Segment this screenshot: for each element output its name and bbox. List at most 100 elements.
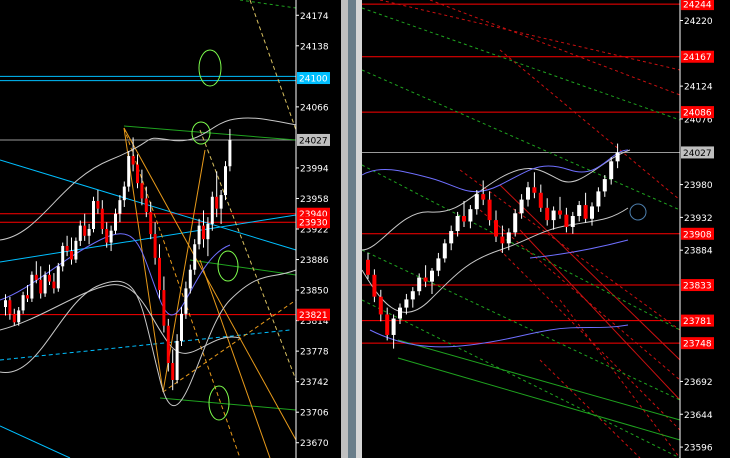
y-tick-label: 24138 xyxy=(300,42,329,52)
pane-border xyxy=(356,0,362,458)
price-label-text: 24027 xyxy=(299,136,328,146)
y-tick-label: 24174 xyxy=(300,12,329,22)
bear-candle xyxy=(12,313,16,323)
bear-candle xyxy=(96,201,100,209)
bear-candle xyxy=(494,220,498,237)
bull-candle xyxy=(410,291,415,300)
right-chart-pane[interactable]: 2422024124240762398023932238842369223644… xyxy=(361,0,730,458)
bull-candle xyxy=(519,199,524,214)
bear-candle xyxy=(366,259,370,275)
bear-candle xyxy=(26,295,29,299)
bull-candle xyxy=(127,156,131,187)
bull-candle xyxy=(87,229,91,236)
price-label-text: 23781 xyxy=(683,317,712,327)
left-plot-background xyxy=(0,0,296,458)
bull-candle xyxy=(609,161,614,180)
bull-candle xyxy=(391,318,396,335)
bear-candle xyxy=(564,214,569,227)
bear-candle xyxy=(558,210,562,215)
bear-candle xyxy=(487,199,492,221)
price-label-text: 24167 xyxy=(683,53,712,63)
pane-splitter[interactable] xyxy=(341,0,348,458)
y-tick-label: 23932 xyxy=(684,214,713,224)
bear-candle xyxy=(140,183,144,199)
bull-candle xyxy=(577,205,582,217)
bull-candle xyxy=(219,195,223,209)
bear-candle xyxy=(215,196,219,209)
chart-window: 2417424138240662399423958239222388623850… xyxy=(0,0,730,458)
bull-candle xyxy=(78,225,82,241)
bull-candle xyxy=(180,313,183,341)
bull-candle xyxy=(197,225,201,245)
bull-candle xyxy=(43,274,47,294)
bear-candle xyxy=(48,274,51,282)
bull-candle xyxy=(430,270,434,282)
bear-candle xyxy=(378,296,383,315)
y-tick-label: 23778 xyxy=(300,348,329,358)
bull-candle xyxy=(74,240,78,260)
price-label-text: 23930 xyxy=(299,219,328,229)
bull-candle xyxy=(417,277,422,292)
bull-candle xyxy=(449,231,454,244)
bear-candle xyxy=(423,277,428,282)
bull-candle xyxy=(118,200,122,214)
price-label-text: 24086 xyxy=(683,109,712,119)
bear-candle xyxy=(153,234,157,258)
bear-candle xyxy=(8,300,12,314)
bull-candle xyxy=(188,269,192,289)
bear-candle xyxy=(202,225,205,240)
y-tick-label: 24124 xyxy=(684,83,713,93)
bear-candle xyxy=(39,279,43,294)
bear-candle xyxy=(538,192,543,208)
bear-candle xyxy=(52,281,56,289)
bull-candle xyxy=(404,299,409,308)
y-tick-label: 23886 xyxy=(300,256,329,266)
bull-candle xyxy=(21,295,25,311)
bull-candle xyxy=(506,232,511,244)
bull-candle xyxy=(436,258,441,271)
bear-candle xyxy=(481,194,486,200)
bear-candle xyxy=(166,325,170,364)
bear-candle xyxy=(149,212,153,235)
y-tick-label: 23884 xyxy=(684,247,713,257)
bull-candle xyxy=(526,187,530,200)
bull-candle xyxy=(228,139,232,167)
bull-candle xyxy=(602,179,607,192)
bull-candle xyxy=(206,223,210,240)
bull-candle xyxy=(56,266,60,289)
y-tick-label: 23706 xyxy=(300,409,329,419)
bull-candle xyxy=(224,166,227,196)
left-chart-pane[interactable]: 2417424138240662399423958239222388623850… xyxy=(0,0,341,458)
bull-candle xyxy=(4,300,7,308)
y-tick-label: 23670 xyxy=(300,439,329,449)
y-tick-label: 24220 xyxy=(684,17,713,27)
y-tick-label: 24066 xyxy=(300,103,329,113)
bull-candle xyxy=(210,196,214,224)
bear-candle xyxy=(100,208,104,229)
y-tick-label: 23994 xyxy=(300,164,329,174)
bull-candle xyxy=(590,206,594,219)
y-tick-label: 23644 xyxy=(684,411,713,421)
price-label-text: 23908 xyxy=(683,230,712,240)
bull-candle xyxy=(551,210,556,221)
bear-candle xyxy=(545,207,550,221)
bull-candle xyxy=(398,307,402,319)
price-label-text: 24100 xyxy=(299,75,328,85)
bear-candle xyxy=(144,198,148,213)
bear-candle xyxy=(462,216,466,222)
bull-candle xyxy=(17,310,21,323)
price-label-text: 23821 xyxy=(299,311,328,321)
bull-candle xyxy=(596,191,601,207)
bear-candle xyxy=(385,314,390,335)
bull-candle xyxy=(114,213,117,231)
y-tick-label: 23980 xyxy=(684,181,713,191)
bull-candle xyxy=(184,288,188,314)
bull-candle xyxy=(468,209,473,222)
price-label-text: 24244 xyxy=(683,1,712,11)
bull-candle xyxy=(193,244,197,270)
bear-candle xyxy=(532,187,537,193)
bear-candle xyxy=(105,229,109,243)
y-tick-label: 23958 xyxy=(300,195,329,205)
bear-candle xyxy=(372,274,377,297)
bear-candle xyxy=(70,251,73,260)
